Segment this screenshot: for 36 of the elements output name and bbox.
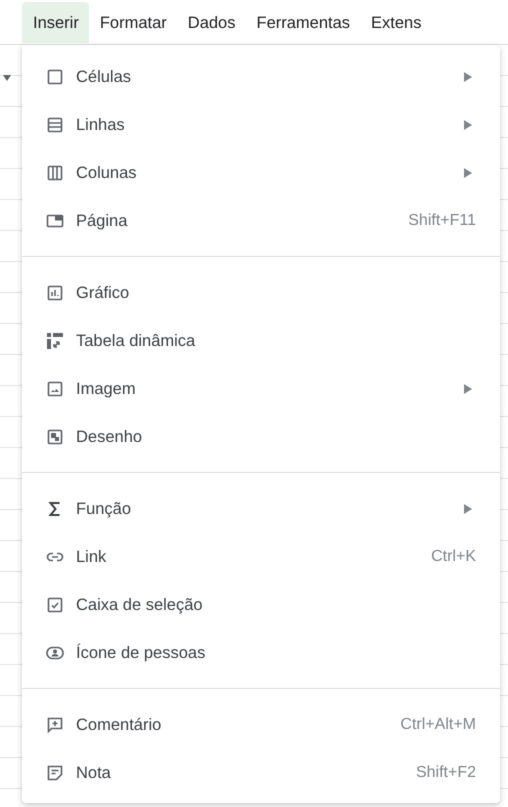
menu-item[interactable]: Tabela dinâmica — [22, 317, 500, 365]
pivot-table-icon — [46, 332, 64, 350]
menu-item[interactable]: Comentário Ctrl+Alt+M — [22, 701, 500, 749]
menu-bar-item[interactable]: Extens — [360, 2, 432, 42]
image-icon — [46, 380, 64, 398]
menu-item[interactable]: Colunas — [22, 149, 500, 197]
caret-icon[interactable] — [3, 75, 11, 81]
shortcut-text: Shift+F2 — [416, 764, 476, 782]
rows-icon — [46, 116, 64, 134]
menu-item[interactable]: Ícone de pessoas — [22, 629, 500, 677]
comment-icon — [46, 716, 64, 734]
menu-item[interactable]: Gráfico — [22, 269, 500, 317]
shortcut-text: Ctrl+K — [431, 548, 476, 566]
menu-item[interactable]: Caixa de seleção — [22, 581, 500, 629]
menu-item[interactable]: Células — [22, 53, 500, 101]
menu-bar-item[interactable]: Dados — [176, 2, 246, 42]
person-icon — [46, 644, 64, 662]
drawing-icon — [46, 428, 64, 446]
square-icon — [46, 68, 64, 86]
note-icon — [46, 764, 64, 782]
menu-item[interactable]: Função — [22, 485, 500, 533]
menu-item[interactable]: Desenho — [22, 413, 500, 461]
menu-item[interactable]: Página Shift+F11 — [22, 197, 500, 245]
menu-item[interactable]: Linhas — [22, 101, 500, 149]
checkbox-icon — [46, 596, 64, 614]
menu-item[interactable]: Link Ctrl+K — [22, 533, 500, 581]
shortcut-text: Shift+F11 — [408, 212, 476, 230]
menu-item[interactable]: Nota Shift+F2 — [22, 749, 500, 797]
menu-bar-item[interactable]: Ferramentas — [245, 2, 360, 42]
menu-bar-item[interactable]: Formatar — [88, 2, 177, 42]
menu-item[interactable]: Imagem — [22, 365, 500, 413]
columns-icon — [46, 164, 64, 182]
shortcut-text: Ctrl+Alt+M — [400, 716, 476, 734]
page-icon — [46, 212, 64, 230]
menu-bar-item[interactable]: Inserir — [22, 2, 89, 42]
chart-icon — [46, 284, 64, 302]
